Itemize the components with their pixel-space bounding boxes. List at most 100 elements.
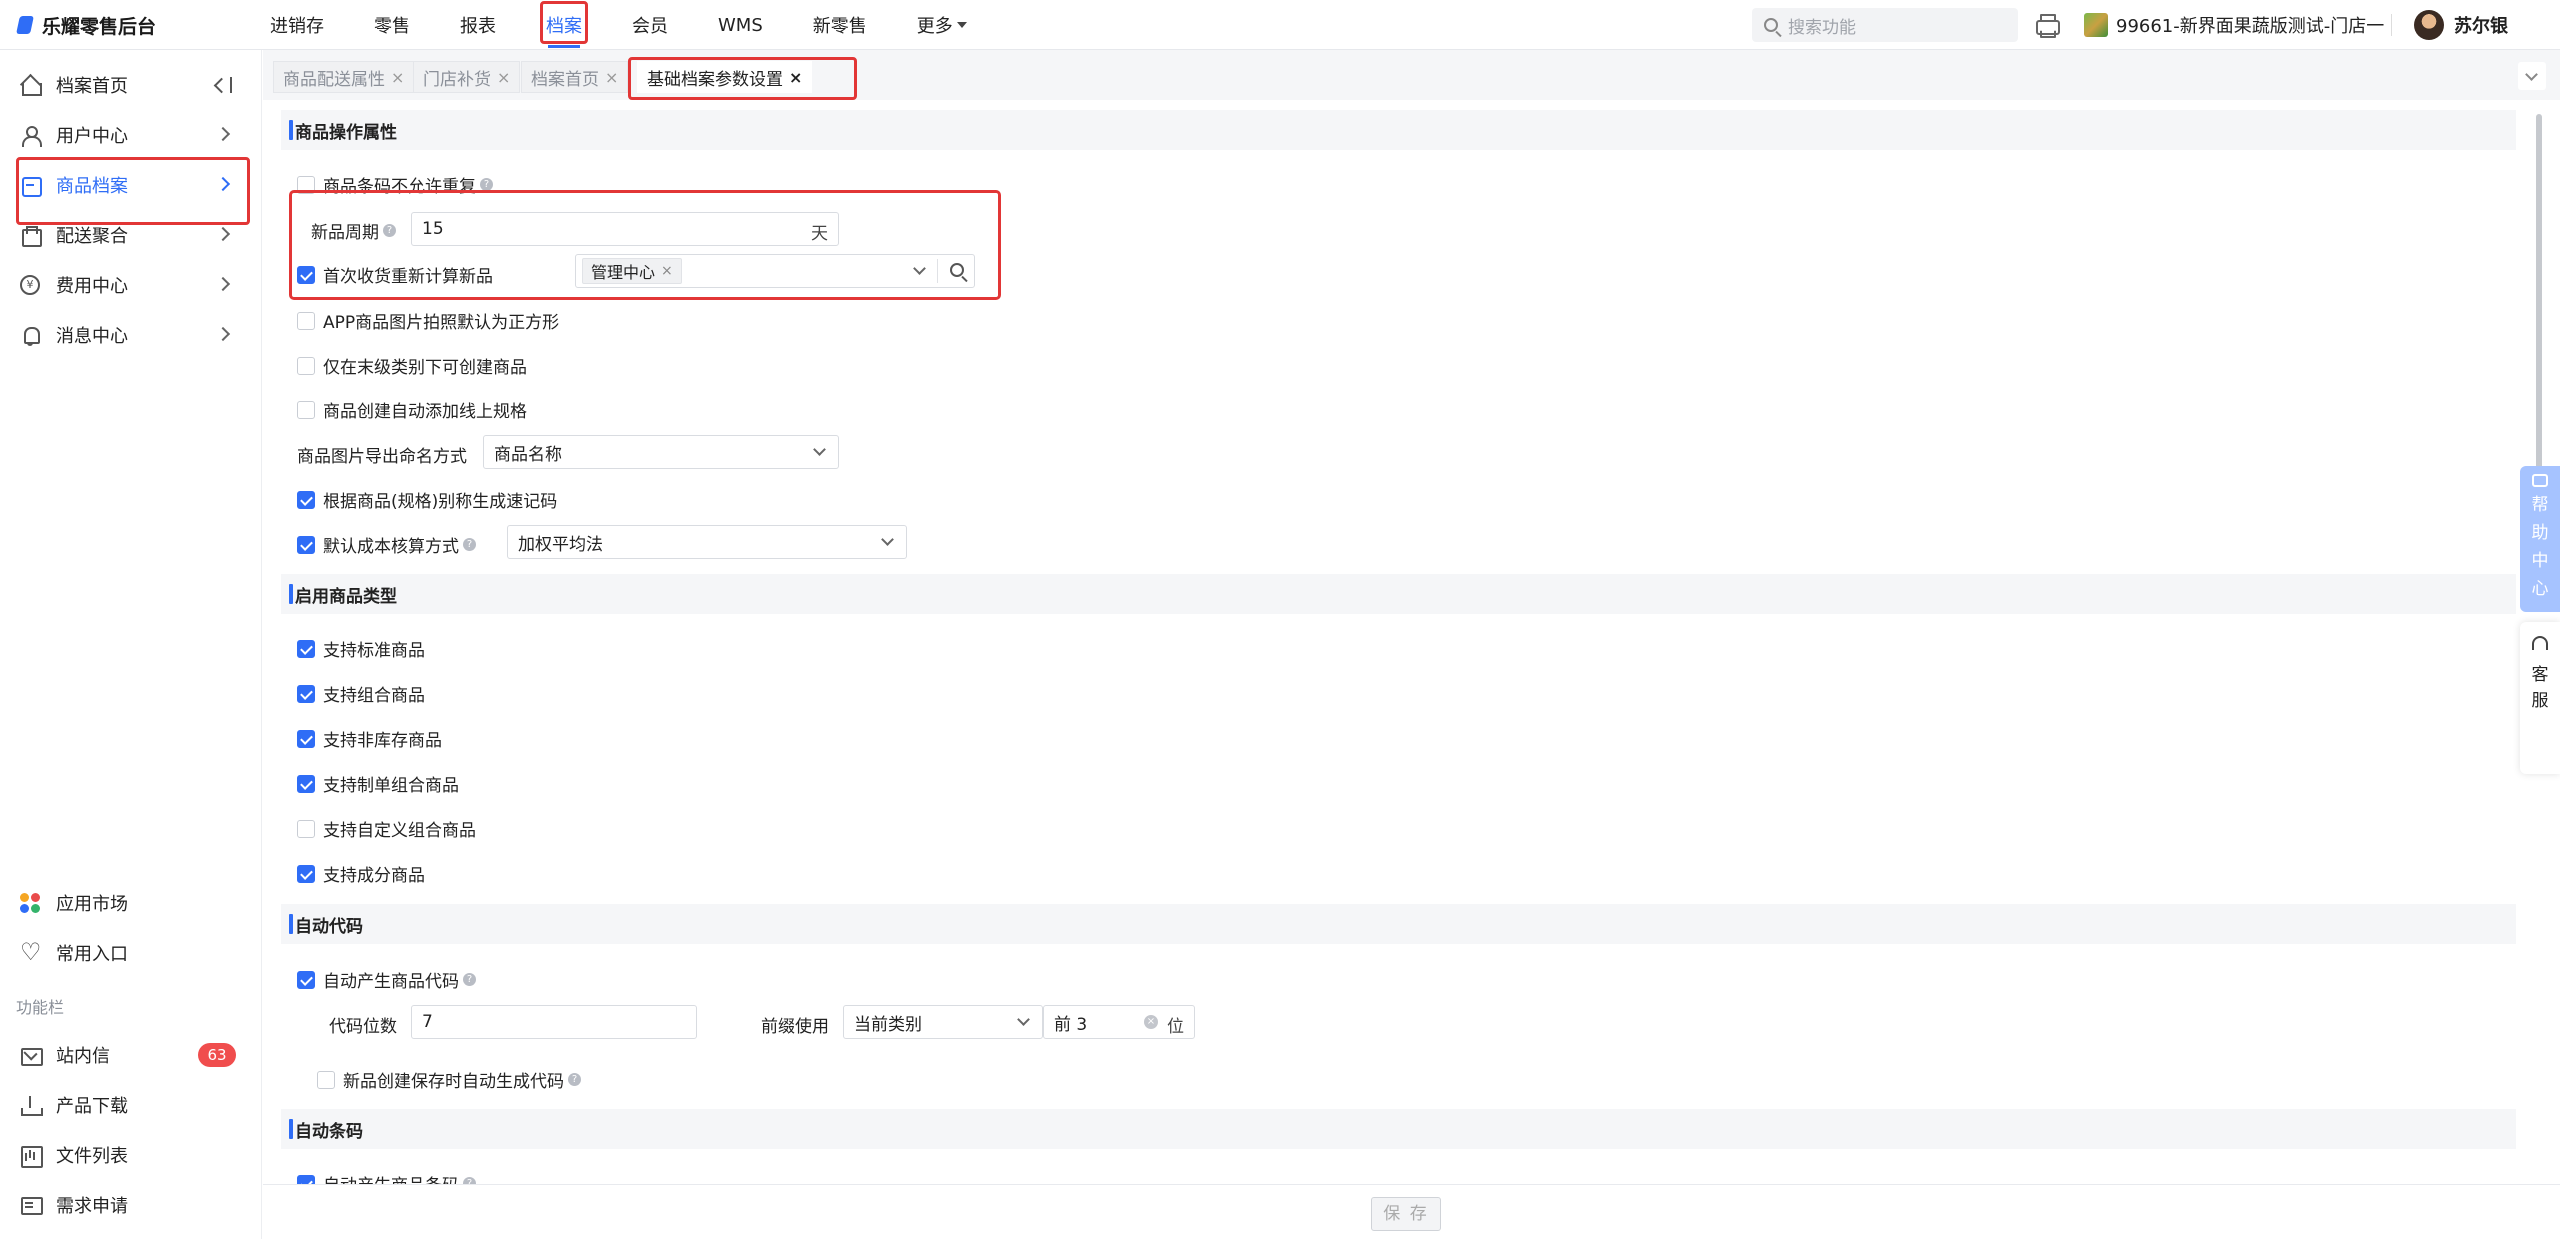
code-digits-input[interactable]: 7 (411, 1005, 697, 1039)
help-center-button[interactable]: 帮 助 中 心 (2520, 466, 2560, 612)
customer-service-button[interactable]: 客 服 (2520, 622, 2560, 774)
nav-item-member[interactable]: 会员 (620, 0, 680, 50)
heart-icon (20, 938, 42, 966)
checkbox[interactable] (297, 684, 315, 703)
sidebar-item-delivery[interactable]: 配送聚合 (0, 210, 262, 260)
prefix-select[interactable]: 当前类别 (843, 1005, 1043, 1039)
option-quick-code-alias[interactable]: 根据商品(规格)别称生成速记码 (297, 487, 557, 512)
sidebar-item-favorites[interactable]: 常用入口 (0, 928, 262, 978)
nav-item-archive[interactable]: 档案 (534, 0, 594, 50)
checkbox[interactable] (297, 864, 315, 883)
help-icon[interactable]: ? (463, 538, 476, 551)
option-auto-gen-code[interactable]: 自动产生商品代码 ? (297, 967, 476, 992)
checkbox[interactable] (297, 1174, 315, 1184)
option-ingredient-product[interactable]: 支持成分商品 (297, 861, 425, 886)
sidebar-item-product-archive[interactable]: 商品档案 (0, 157, 262, 225)
chevron-down-icon[interactable] (913, 262, 926, 275)
checkbox[interactable] (297, 356, 315, 375)
checkbox[interactable] (297, 265, 315, 284)
recalc-org-select[interactable]: 管理中心 × (575, 254, 975, 288)
collapse-sidebar-icon[interactable] (214, 77, 232, 93)
option-auto-code-on-save[interactable]: 新品创建保存时自动生成代码 ? (317, 1067, 581, 1092)
sidebar-section-label: 功能栏 (16, 998, 65, 1017)
option-non-stock-product[interactable]: 支持非库存商品 (297, 726, 442, 751)
close-icon[interactable]: × (391, 68, 404, 87)
tabs-dropdown-icon[interactable] (2518, 62, 2546, 90)
option-combo-product[interactable]: 支持组合商品 (297, 681, 425, 706)
option-label: 根据商品(规格)别称生成速记码 (323, 492, 558, 512)
option-label: 仅在末级类别下可创建商品 (323, 358, 527, 378)
option-barcode-unique[interactable]: 商品条码不允许重复 ? (297, 172, 493, 197)
tab-basic-archive-settings[interactable]: 基础档案参数设置 × (627, 57, 858, 100)
nav-item-jinxiaocun[interactable]: 进销存 (258, 0, 336, 50)
option-app-photo-square[interactable]: APP商品图片拍照默认为正方形 (297, 308, 559, 333)
checkbox[interactable] (297, 774, 315, 793)
nav-item-retail[interactable]: 零售 (362, 0, 422, 50)
tab-store-replenish[interactable]: 门店补货 × (413, 61, 521, 93)
checkbox[interactable] (297, 311, 315, 330)
help-icon[interactable]: ? (463, 973, 476, 986)
search-input[interactable]: 搜索功能 (1752, 8, 2018, 42)
search-icon[interactable] (950, 263, 964, 277)
option-standard-product[interactable]: 支持标准商品 (297, 636, 425, 661)
help-icon[interactable]: ? (568, 1073, 581, 1086)
checkbox[interactable] (297, 535, 315, 554)
close-icon[interactable]: × (605, 68, 618, 87)
close-icon[interactable]: × (789, 68, 802, 87)
new-cycle-input[interactable]: 15 天 (411, 212, 839, 246)
sidebar-item-user-center[interactable]: 用户中心 (0, 110, 262, 160)
nav-item-reports[interactable]: 报表 (448, 0, 508, 50)
close-icon[interactable]: × (497, 68, 510, 87)
nav-item-more[interactable]: 更多 (905, 0, 979, 50)
option-cost-method[interactable]: 默认成本核算方式 ? (297, 532, 476, 557)
store-switcher[interactable]: 99661-新界面果蔬版测试-门店一 (2084, 0, 2384, 50)
help-icon[interactable]: ? (463, 1177, 476, 1184)
app-logo[interactable]: 乐耀零售后台 (16, 0, 156, 50)
checkbox[interactable] (297, 490, 315, 509)
sidebar-item-inbox[interactable]: 站内信 63 (0, 1030, 262, 1080)
help-icon[interactable]: ? (480, 178, 493, 191)
chevron-down-icon (881, 533, 894, 546)
option-custom-combo-product[interactable]: 支持自定义组合商品 (297, 816, 476, 841)
sidebar-item-request[interactable]: 需求申请 (0, 1180, 262, 1230)
sidebar-item-expense-center[interactable]: 费用中心 (0, 260, 262, 310)
checkbox[interactable] (297, 970, 315, 989)
save-button[interactable]: 保 存 (1371, 1197, 1441, 1231)
option-label: 首次收货重新计算新品 (323, 267, 493, 287)
checkbox[interactable] (297, 819, 315, 838)
option-order-combo-product[interactable]: 支持制单组合商品 (297, 771, 459, 796)
checkbox[interactable] (317, 1070, 335, 1089)
sidebar-item-label: 配送聚合 (56, 226, 128, 247)
checkbox[interactable] (297, 639, 315, 658)
tab-product-delivery-attr[interactable]: 商品配送属性 × (273, 61, 415, 93)
image-export-select[interactable]: 商品名称 (483, 435, 839, 469)
bell-icon (20, 325, 40, 346)
clear-icon[interactable]: × (1144, 1015, 1158, 1029)
nav-item-wms[interactable]: WMS (706, 0, 775, 50)
prefix-label: 前缀使用 (761, 1017, 829, 1037)
headset-icon (2532, 636, 2548, 650)
option-recalc-new[interactable]: 首次收货重新计算新品 (297, 262, 493, 287)
option-leaf-only-create[interactable]: 仅在末级类别下可创建商品 (297, 353, 527, 378)
cost-method-select[interactable]: 加权平均法 (507, 525, 907, 559)
sidebar-item-product-download[interactable]: 产品下载 (0, 1080, 262, 1130)
sidebar-item-file-list[interactable]: 文件列表 (0, 1130, 262, 1180)
tab-archive-home[interactable]: 档案首页 × (521, 61, 629, 93)
sidebar-item-message-center[interactable]: 消息中心 (0, 310, 262, 360)
tag-close-icon[interactable]: × (661, 263, 673, 279)
option-auto-gen-barcode[interactable]: 自动产生商品条码 ? (297, 1171, 476, 1184)
sidebar-item-archive-home[interactable]: 档案首页 (0, 60, 262, 110)
user-menu[interactable]: 苏尔银 (2414, 0, 2508, 50)
help-char: 助 (2531, 523, 2549, 543)
checkbox[interactable] (297, 729, 315, 748)
checkbox[interactable] (297, 400, 315, 419)
help-icon[interactable]: ? (383, 224, 396, 237)
printer-icon[interactable] (2034, 12, 2060, 36)
checkbox[interactable] (297, 175, 315, 194)
download-icon (20, 1095, 43, 1116)
sidebar-item-app-market[interactable]: 应用市场 (0, 878, 262, 928)
option-auto-online-spec[interactable]: 商品创建自动添加线上规格 (297, 397, 527, 422)
prefix-count-input[interactable]: 前 3 × 位 (1043, 1005, 1195, 1039)
tab-label: 基础档案参数设置 (647, 69, 783, 90)
nav-item-new-retail[interactable]: 新零售 (801, 0, 879, 50)
